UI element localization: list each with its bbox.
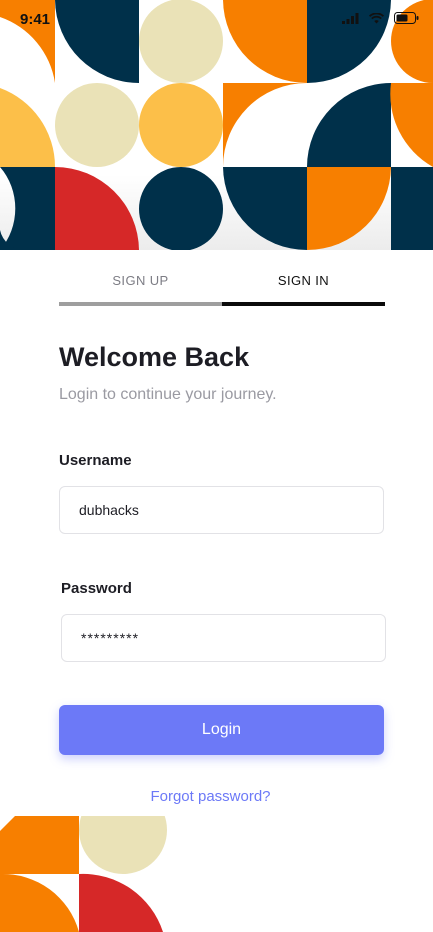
- pattern-shape: [0, 88, 56, 167]
- pattern-shape: [223, 83, 307, 167]
- pattern-shape: [307, 167, 391, 250]
- tab-sign-up-underline: [59, 302, 222, 306]
- password-field[interactable]: [61, 614, 386, 662]
- page-title: Welcome Back: [59, 342, 250, 372]
- login-button[interactable]: Login: [59, 705, 384, 755]
- tab-sign-in-label: SIGN IN: [277, 273, 330, 288]
- pattern-shape: [55, 83, 139, 167]
- tab-sign-in[interactable]: SIGN IN: [222, 258, 385, 306]
- pattern-shape: [79, 873, 163, 932]
- tab-sign-in-underline: [222, 302, 385, 306]
- username-field[interactable]: [59, 486, 384, 534]
- pattern-shape: [139, 167, 223, 250]
- battery-icon: [394, 12, 419, 24]
- corner-pattern: [0, 816, 170, 932]
- signal-icon: [342, 12, 359, 24]
- wifi-icon: [369, 12, 384, 24]
- pattern-shape: [223, 167, 307, 250]
- hero-pattern: 9:41: [0, 0, 433, 250]
- pattern-shape: [55, 167, 139, 250]
- pattern-shape: [391, 167, 433, 250]
- pattern-shape: [79, 816, 167, 874]
- forgot-password-link[interactable]: Forgot password?: [0, 788, 421, 805]
- corner-pattern-art: [0, 816, 167, 932]
- status-bar: 9:41: [0, 0, 433, 40]
- password-label: Password: [61, 580, 132, 597]
- pattern-shape: [390, 83, 433, 167]
- pattern-shape: [0, 873, 79, 932]
- pattern-shape: [0, 816, 79, 874]
- tab-sign-up[interactable]: SIGN UP: [59, 258, 222, 306]
- status-time: 9:41: [20, 11, 51, 28]
- pattern-shape: [307, 83, 391, 167]
- page-subtitle: Login to continue your journey.: [59, 386, 277, 403]
- tab-sign-up-label: SIGN UP: [112, 273, 169, 288]
- pattern-shape: [139, 83, 223, 167]
- username-label: Username: [59, 452, 132, 469]
- status-icons: [342, 12, 419, 24]
- pattern-shape: [0, 167, 55, 250]
- auth-tabs: SIGN UP SIGN IN: [59, 258, 385, 306]
